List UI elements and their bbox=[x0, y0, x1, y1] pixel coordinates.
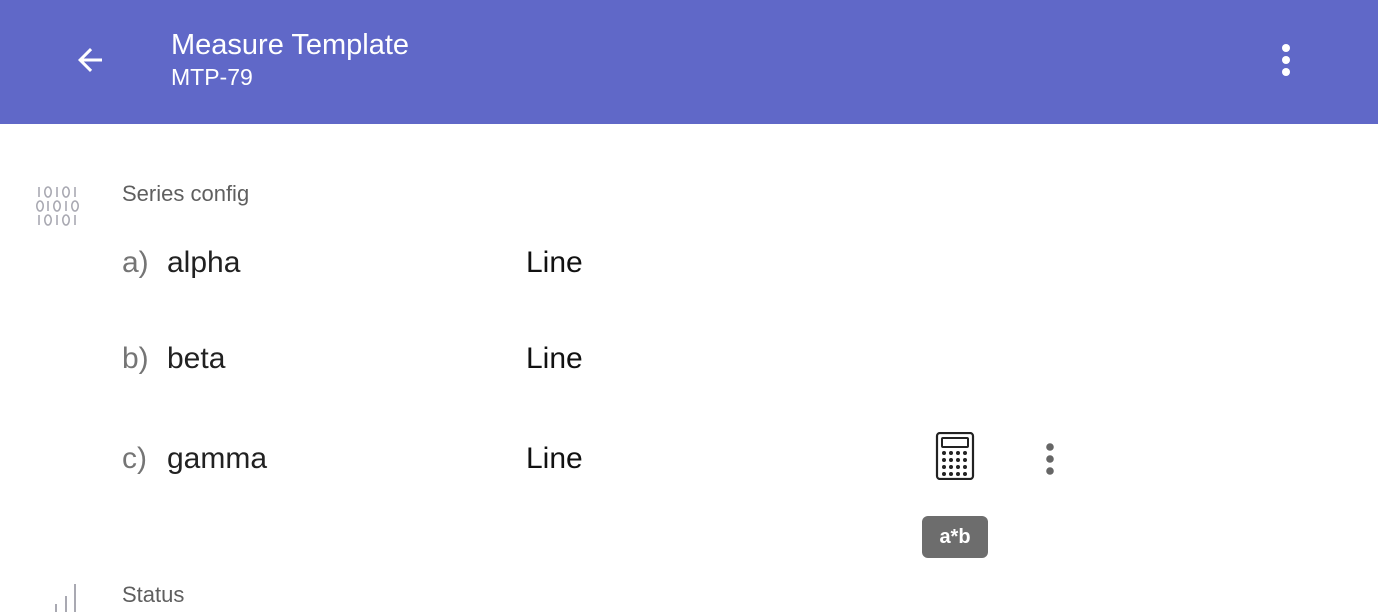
series-type: Line bbox=[526, 342, 583, 375]
series-name: gamma bbox=[167, 442, 268, 475]
status-label: Status bbox=[122, 582, 185, 607]
series-type: Line bbox=[526, 246, 583, 279]
series-letter: a) bbox=[122, 246, 149, 279]
series-type: Line bbox=[526, 442, 583, 475]
series-row-menu-button[interactable] bbox=[1028, 435, 1072, 483]
series-row-beta[interactable]: b) beta Line bbox=[0, 334, 1378, 384]
calculator-icon bbox=[935, 432, 975, 480]
page-title: Measure Template bbox=[171, 29, 410, 61]
more-vert-icon bbox=[1282, 44, 1290, 76]
series-letter: c) bbox=[122, 442, 147, 475]
app-bar-titles: Measure Template MTP-79 bbox=[171, 28, 409, 92]
bar-chart-icon bbox=[55, 584, 76, 612]
app-bar: Measure Template MTP-79 bbox=[0, 0, 1378, 124]
page-subtitle: MTP-79 bbox=[171, 64, 253, 90]
series-name: alpha bbox=[167, 246, 241, 279]
app-bar-menu-button[interactable] bbox=[1262, 36, 1310, 84]
arrow-back-icon bbox=[78, 48, 102, 72]
calculator-button[interactable] bbox=[930, 428, 980, 484]
series-row-gamma[interactable]: c) gamma Line bbox=[0, 432, 1378, 484]
series-name: beta bbox=[167, 342, 226, 375]
series-config-label: Series config bbox=[122, 181, 250, 206]
more-vert-icon bbox=[1046, 443, 1054, 475]
binary-icon bbox=[36, 186, 79, 226]
series-letter: b) bbox=[122, 342, 149, 375]
series-row-alpha[interactable]: a) alpha Line bbox=[0, 238, 1378, 288]
calculator-tooltip: a*b bbox=[922, 516, 988, 558]
back-button[interactable] bbox=[62, 36, 118, 84]
